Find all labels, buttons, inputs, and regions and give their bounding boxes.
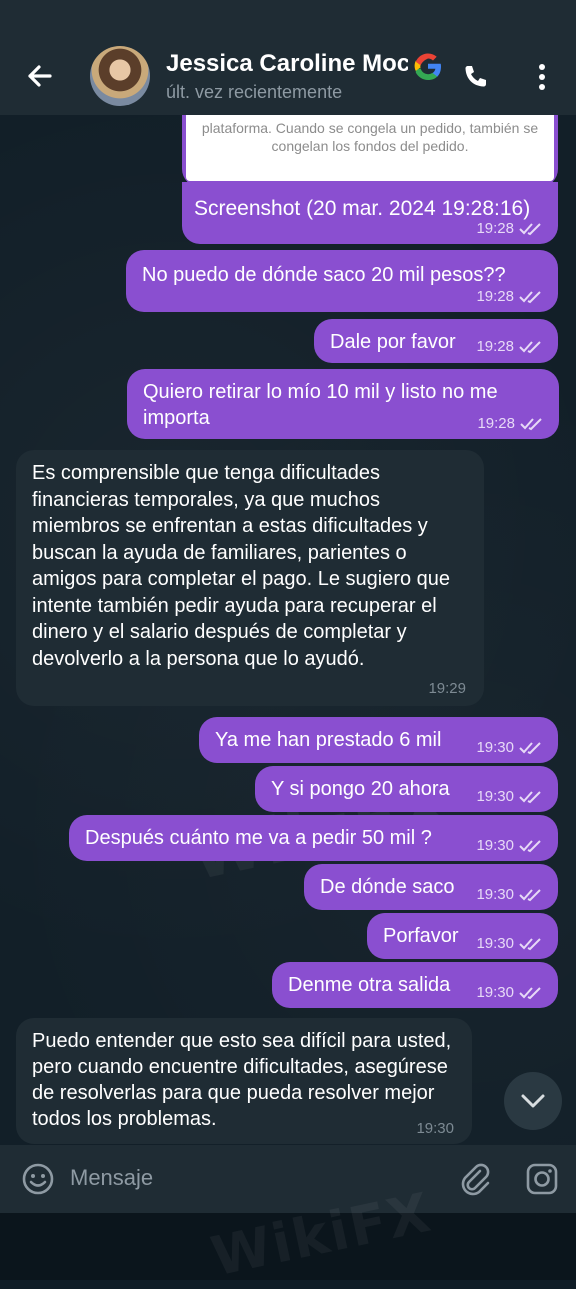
- double-check-icon: [519, 987, 541, 1000]
- back-arrow-icon[interactable]: [22, 58, 58, 94]
- message-time: 19:30: [476, 886, 544, 904]
- attach-icon[interactable]: [458, 1161, 492, 1197]
- message-time: 19:28: [476, 220, 544, 238]
- message-time: 19:28: [476, 338, 544, 356]
- message-bubble-outgoing[interactable]: Dale por favor 19:28: [314, 319, 558, 363]
- double-check-icon: [519, 889, 541, 902]
- message-bubble-outgoing[interactable]: Denme otra salida 19:30: [272, 962, 558, 1008]
- avatar[interactable]: [90, 46, 150, 106]
- message-text: Puedo entender que esto sea difícil para…: [32, 1030, 452, 1130]
- message-time: 19:30: [476, 788, 544, 806]
- message-bubble-outgoing[interactable]: Screenshot (20 mar. 2024 19:28:16) 19:28: [182, 182, 558, 244]
- message-time: 19:30: [476, 837, 544, 855]
- double-check-icon: [519, 341, 541, 354]
- double-check-icon: [519, 840, 541, 853]
- phone-icon[interactable]: [460, 62, 490, 92]
- double-check-icon: [519, 791, 541, 804]
- message-bubble-outgoing[interactable]: Después cuánto me va a pedir 50 mil ? 19…: [69, 815, 558, 861]
- chevron-down-icon: [521, 1094, 545, 1108]
- double-check-icon: [520, 418, 542, 431]
- scroll-to-bottom-button[interactable]: [504, 1072, 562, 1130]
- quoted-screenshot-text: plataforma. Cuando se congela un pedido,…: [186, 115, 554, 181]
- message-text: No puedo de dónde saco 20 mil pesos??: [142, 264, 506, 286]
- quoted-screenshot[interactable]: plataforma. Cuando se congela un pedido,…: [182, 115, 558, 187]
- message-text: Es comprensible que tenga dificultades f…: [32, 462, 451, 670]
- message-bubble-incoming[interactable]: Puedo entender que esto sea difícil para…: [16, 1018, 472, 1144]
- message-bubble-outgoing[interactable]: No puedo de dónde saco 20 mil pesos?? 19…: [126, 250, 558, 312]
- double-check-icon: [519, 938, 541, 951]
- emoji-icon[interactable]: [20, 1161, 56, 1197]
- message-text: Después cuánto me va a pedir 50 mil ?: [85, 827, 432, 849]
- contact-name[interactable]: Jessica Caroline Moc: [166, 50, 408, 82]
- message-time: 19:28: [477, 415, 545, 433]
- message-bubble-outgoing[interactable]: Porfavor 19:30: [367, 913, 558, 959]
- message-bubble-outgoing[interactable]: Quiero retirar lo mío 10 mil y listo no …: [127, 369, 559, 439]
- more-vert-icon[interactable]: [530, 62, 554, 92]
- chat-header: Jessica Caroline Moc últ. vez recienteme…: [0, 0, 576, 115]
- message-time: 19:30: [476, 935, 544, 953]
- message-bubble-incoming[interactable]: Es comprensible que tenga dificultades f…: [16, 450, 484, 706]
- message-input[interactable]: Mensaje: [70, 1165, 153, 1191]
- message-time: 19:30: [476, 984, 544, 1002]
- double-check-icon: [519, 291, 541, 304]
- message-time: 19:30: [416, 1120, 454, 1137]
- message-bubble-outgoing[interactable]: Ya me han prestado 6 mil 19:30: [199, 717, 558, 763]
- message-time: 19:29: [428, 680, 466, 697]
- last-seen-status: últ. vez recientemente: [166, 82, 343, 102]
- message-input-bar: Mensaje: [0, 1145, 576, 1213]
- message-time: 19:28: [476, 288, 544, 306]
- message-time: 19:30: [476, 739, 544, 757]
- message-text: Screenshot (20 mar. 2024 19:28:16): [194, 197, 531, 220]
- camera-icon[interactable]: [524, 1161, 560, 1197]
- message-bubble-outgoing[interactable]: Y si pongo 20 ahora 19:30: [255, 766, 558, 812]
- google-icon[interactable]: [408, 46, 448, 86]
- message-text: Quiero retirar lo mío 10 mil y listo no …: [143, 381, 498, 429]
- double-check-icon: [519, 223, 541, 236]
- system-navigation-bar: WikiFX: [0, 1181, 576, 1288]
- message-bubble-outgoing[interactable]: De dónde saco 19:30: [304, 864, 558, 910]
- double-check-icon: [519, 742, 541, 755]
